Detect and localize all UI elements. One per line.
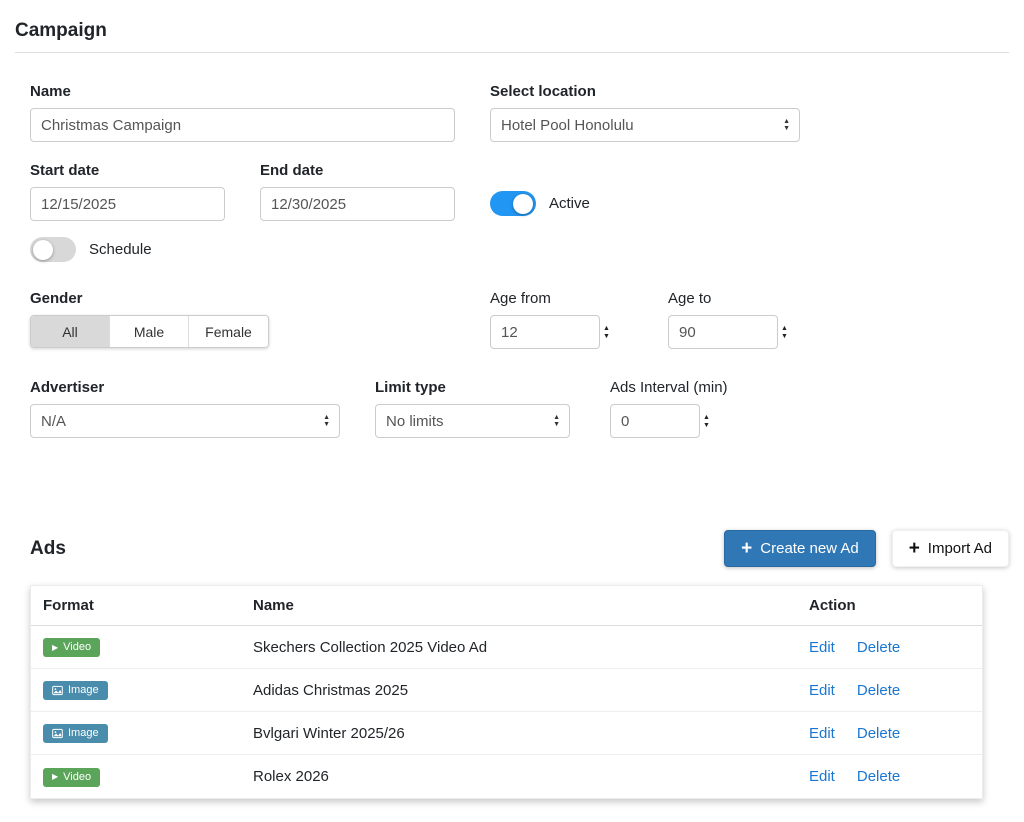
gender-button-group: All Male Female bbox=[30, 315, 269, 348]
delete-link[interactable]: Delete bbox=[857, 725, 900, 742]
badge-label: Image bbox=[68, 685, 99, 696]
ads-title: Ads bbox=[30, 538, 66, 560]
toggle-knob bbox=[513, 194, 533, 214]
advertiser-label: Advertiser bbox=[30, 379, 340, 396]
gender-all-button[interactable]: All bbox=[31, 316, 110, 347]
toggle-knob bbox=[33, 240, 53, 260]
delete-link[interactable]: Delete bbox=[857, 682, 900, 699]
gender-label: Gender bbox=[30, 290, 490, 307]
end-date-input[interactable] bbox=[260, 187, 455, 221]
ads-interval-label: Ads Interval (min) bbox=[610, 379, 740, 396]
select-arrows-icon: ▲▼ bbox=[323, 415, 330, 427]
age-from-label: Age from bbox=[490, 290, 668, 307]
location-label: Select location bbox=[490, 83, 800, 100]
image-badge: Image bbox=[43, 681, 108, 700]
page-title: Campaign bbox=[15, 20, 1009, 42]
advertiser-value: N/A bbox=[41, 413, 66, 430]
ad-name: Rolex 2026 bbox=[241, 755, 797, 798]
badge-label: Image bbox=[68, 728, 99, 739]
ads-table-body: ▶ Video Skechers Collection 2025 Video Ad E… bbox=[31, 626, 982, 798]
age-to-label: Age to bbox=[668, 290, 846, 307]
age-to-input[interactable] bbox=[668, 315, 778, 349]
limit-type-value: No limits bbox=[386, 413, 444, 430]
divider bbox=[15, 52, 1009, 53]
select-arrows-icon: ▲▼ bbox=[553, 415, 560, 427]
select-arrows-icon: ▲▼ bbox=[783, 119, 790, 131]
end-date-label: End date bbox=[260, 162, 455, 179]
column-header-action: Action bbox=[797, 586, 982, 626]
active-toggle[interactable] bbox=[490, 191, 536, 216]
limit-type-label: Limit type bbox=[375, 379, 570, 396]
table-row: ▶ Video Skechers Collection 2025 Video Ad E… bbox=[31, 626, 982, 669]
table-header-row: Format Name Action bbox=[31, 586, 982, 626]
active-toggle-label: Active bbox=[549, 195, 590, 212]
create-new-ad-button[interactable]: + Create new Ad bbox=[724, 530, 876, 567]
ad-name: Skechers Collection 2025 Video Ad bbox=[241, 626, 797, 669]
spinner-icon[interactable]: ▲▼ bbox=[603, 326, 610, 339]
name-input[interactable] bbox=[30, 108, 455, 142]
image-badge: Image bbox=[43, 724, 108, 743]
age-from-input[interactable] bbox=[490, 315, 600, 349]
play-icon: ▶ bbox=[52, 644, 58, 652]
import-ad-label: Import Ad bbox=[928, 540, 992, 557]
name-label: Name bbox=[30, 83, 455, 100]
column-header-name: Name bbox=[241, 586, 797, 626]
image-icon bbox=[52, 685, 63, 696]
ads-section-header: Ads + Create new Ad + Import Ad bbox=[15, 530, 1009, 567]
edit-link[interactable]: Edit bbox=[809, 725, 835, 742]
edit-link[interactable]: Edit bbox=[809, 639, 835, 656]
video-badge: ▶ Video bbox=[43, 768, 100, 787]
start-date-label: Start date bbox=[30, 162, 225, 179]
plus-icon: + bbox=[741, 539, 752, 558]
campaign-page: Campaign Name Select location Hotel Pool… bbox=[0, 0, 1024, 822]
table-row: Image Adidas Christmas 2025 Edit Delete bbox=[31, 669, 982, 712]
image-icon bbox=[52, 728, 63, 739]
ad-name: Adidas Christmas 2025 bbox=[241, 669, 797, 712]
table-row: ▶ Video Rolex 2026 Edit Delete bbox=[31, 755, 982, 798]
ads-table: Format Name Action ▶ Video Skechers Collec… bbox=[30, 585, 983, 799]
ad-name: Bvlgari Winter 2025/26 bbox=[241, 712, 797, 755]
limit-type-select[interactable]: No limits ▲▼ bbox=[375, 404, 570, 438]
spinner-icon[interactable]: ▲▼ bbox=[703, 415, 710, 428]
gender-male-button[interactable]: Male bbox=[110, 316, 189, 347]
spinner-icon[interactable]: ▲▼ bbox=[781, 326, 788, 339]
start-date-input[interactable] bbox=[30, 187, 225, 221]
create-new-ad-label: Create new Ad bbox=[760, 540, 858, 557]
schedule-toggle-label: Schedule bbox=[89, 241, 152, 258]
ads-interval-input[interactable] bbox=[610, 404, 700, 438]
location-select[interactable]: Hotel Pool Honolulu ▲▼ bbox=[490, 108, 800, 142]
plus-icon: + bbox=[909, 539, 920, 558]
delete-link[interactable]: Delete bbox=[857, 768, 900, 785]
delete-link[interactable]: Delete bbox=[857, 639, 900, 656]
advertiser-select[interactable]: N/A ▲▼ bbox=[30, 404, 340, 438]
badge-label: Video bbox=[63, 642, 91, 653]
campaign-form: Name Select location Hotel Pool Honolulu… bbox=[15, 83, 1009, 438]
gender-female-button[interactable]: Female bbox=[189, 316, 268, 347]
edit-link[interactable]: Edit bbox=[809, 682, 835, 699]
location-value: Hotel Pool Honolulu bbox=[501, 117, 634, 134]
video-badge: ▶ Video bbox=[43, 638, 100, 657]
table-row: Image Bvlgari Winter 2025/26 Edit Delete bbox=[31, 712, 982, 755]
schedule-toggle[interactable] bbox=[30, 237, 76, 262]
column-header-format: Format bbox=[31, 586, 241, 626]
edit-link[interactable]: Edit bbox=[809, 768, 835, 785]
play-icon: ▶ bbox=[52, 773, 58, 781]
badge-label: Video bbox=[63, 772, 91, 783]
import-ad-button[interactable]: + Import Ad bbox=[892, 530, 1009, 567]
